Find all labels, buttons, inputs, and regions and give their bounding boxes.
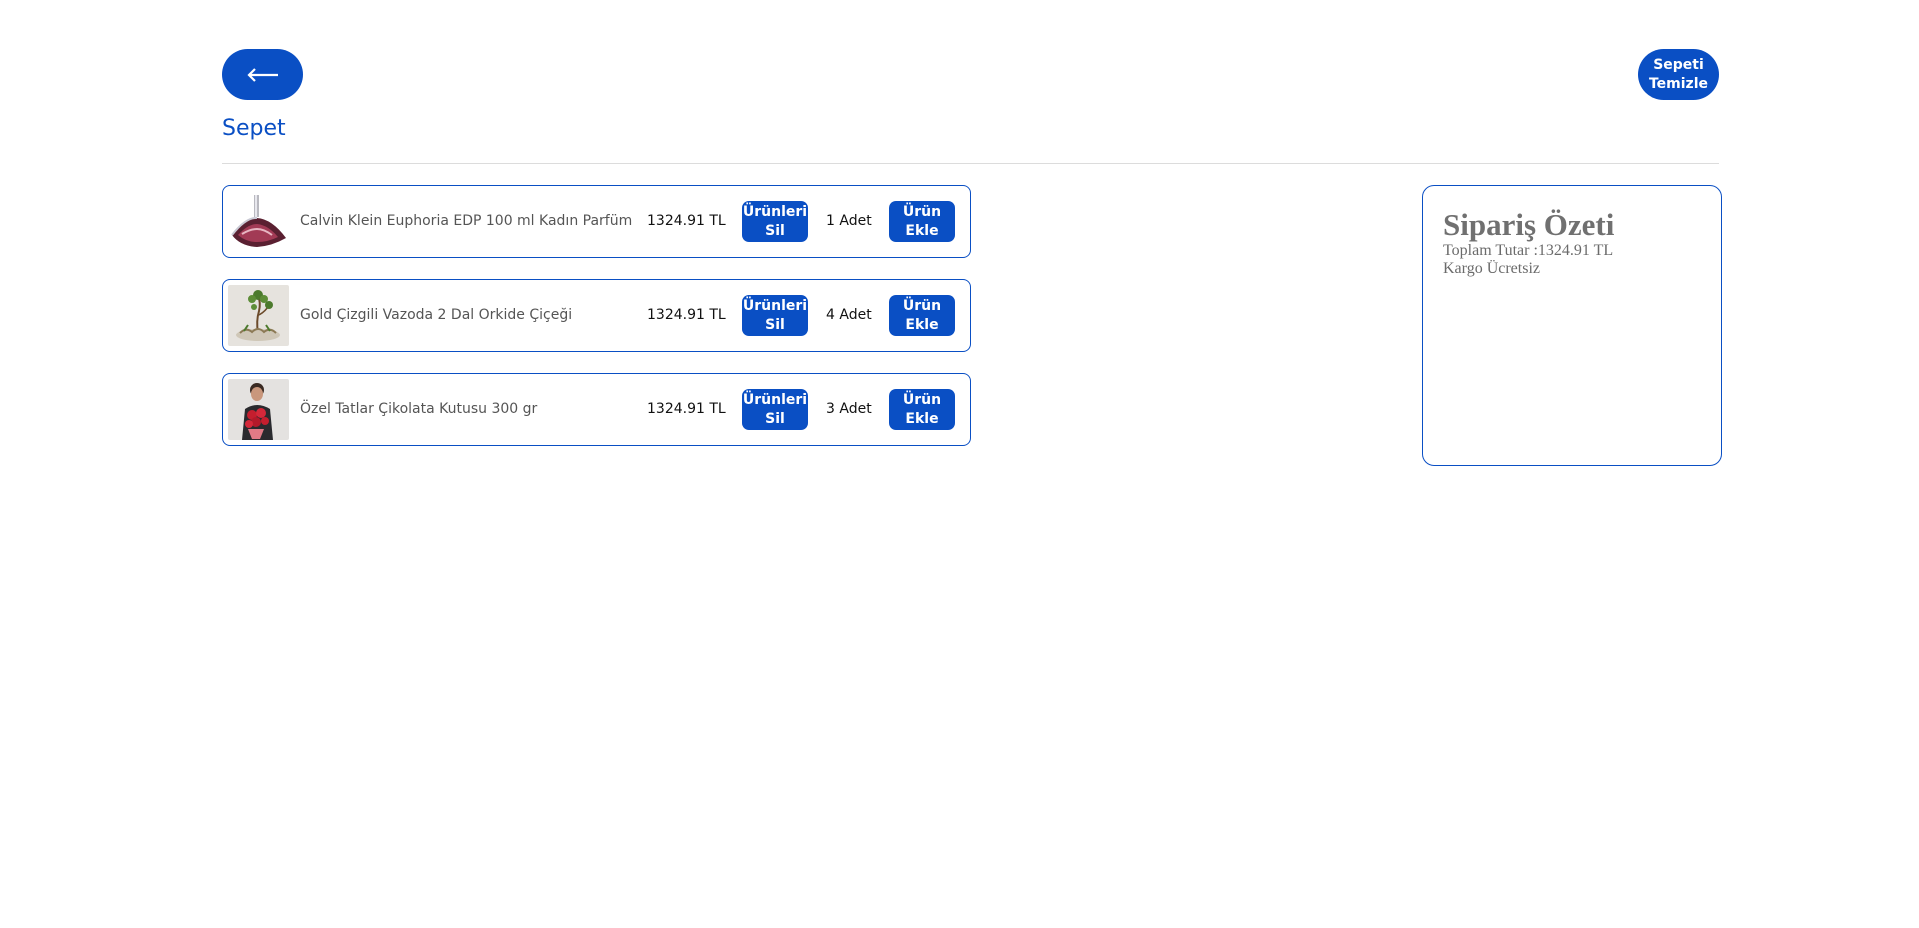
- arrow-left-icon: [246, 67, 278, 82]
- quantity-label: 4 Adet: [826, 307, 872, 323]
- cart-item: Calvin Klein Euphoria EDP 100 ml Kadın P…: [222, 185, 971, 258]
- product-price: 1324.91 TL: [647, 213, 726, 229]
- shipping-info: Kargo Ücretsiz: [1443, 260, 1540, 277]
- divider: [222, 163, 1719, 164]
- quantity-label: 1 Adet: [826, 213, 872, 229]
- product-image-perfume[interactable]: [228, 191, 289, 252]
- product-name[interactable]: Gold Çizgili Vazoda 2 Dal Orkide Çiçeği: [300, 280, 572, 351]
- cart-page: Sepeti Temizle Sepet Calvin Klein Euphor…: [0, 0, 1919, 928]
- product-image-orchid[interactable]: [228, 285, 289, 346]
- back-button[interactable]: [222, 49, 303, 100]
- product-name[interactable]: Özel Tatlar Çikolata Kutusu 300 gr: [300, 374, 537, 445]
- remove-products-button[interactable]: Ürünleri Sil: [742, 295, 808, 336]
- cart-item: Özel Tatlar Çikolata Kutusu 300 gr 1324.…: [222, 373, 971, 446]
- remove-products-button[interactable]: Ürünleri Sil: [742, 201, 808, 242]
- add-product-button[interactable]: Ürün Ekle: [889, 389, 955, 430]
- add-product-button[interactable]: Ürün Ekle: [889, 295, 955, 336]
- order-summary-panel: Sipariş Özeti Toplam Tutar :1324.91 TL K…: [1422, 185, 1722, 466]
- clear-cart-button[interactable]: Sepeti Temizle: [1638, 49, 1719, 100]
- product-name[interactable]: Calvin Klein Euphoria EDP 100 ml Kadın P…: [300, 186, 632, 257]
- product-price: 1324.91 TL: [647, 307, 726, 323]
- order-summary-title: Sipariş Özeti: [1443, 207, 1615, 242]
- cart-list: Calvin Klein Euphoria EDP 100 ml Kadın P…: [222, 185, 971, 467]
- order-total: Toplam Tutar :1324.91 TL: [1443, 242, 1614, 259]
- product-image-roses[interactable]: [228, 379, 289, 440]
- quantity-label: 3 Adet: [826, 401, 872, 417]
- cart-item: Gold Çizgili Vazoda 2 Dal Orkide Çiçeği …: [222, 279, 971, 352]
- page-title: Sepet: [222, 116, 286, 141]
- add-product-button[interactable]: Ürün Ekle: [889, 201, 955, 242]
- remove-products-button[interactable]: Ürünleri Sil: [742, 389, 808, 430]
- product-price: 1324.91 TL: [647, 401, 726, 417]
